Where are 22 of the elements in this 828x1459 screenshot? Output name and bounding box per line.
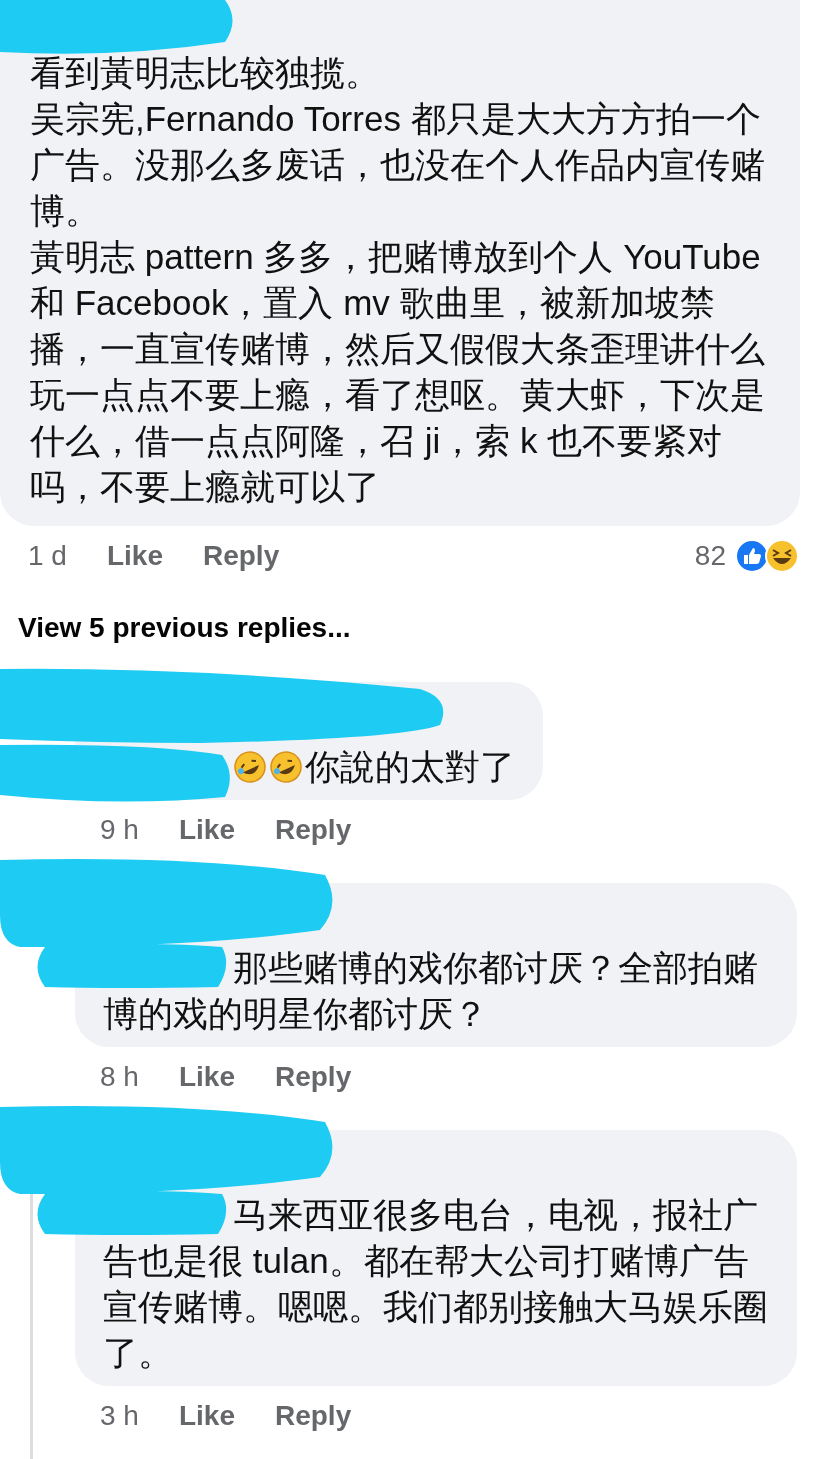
like-link[interactable]: Like [178, 814, 235, 846]
reply-time: 9 h [100, 814, 139, 846]
laughing-face-icon [764, 538, 800, 574]
reaction-count: 82 [694, 540, 726, 572]
reply-link[interactable]: Reply [274, 1400, 352, 1432]
comment-time: 1 d [28, 540, 67, 572]
laughing-emoji-icon [233, 750, 267, 784]
reply-text: 马来西亚很多电台，电视，报社广告也是很 tulan。都在帮大公司打赌博广告宣传赌博。嗯嗯。我们都别接触大马娱乐圈了。 [103, 1194, 769, 1374]
laughing-emoji-icon [269, 750, 303, 784]
like-link[interactable]: Like [178, 1061, 235, 1093]
comment-text: 黃明志 pattern 多多，把赌博放到个人 YouTube 和 Facebook，置入 mv 歌曲里，被新加坡禁播，一直宣传赌博，然后又假假大条歪理讲什么玩一点点不要上瘾，看了想呕。黄大虾，下次是什么，借一点点阿隆，召 ji，索 k 也不要紧对吗，不要上瘾就可以了 [30, 236, 766, 508]
reply-text: 那些赌博的戏你都讨厌？全部拍赌博的戏的明星你都讨厌？ [103, 947, 759, 1035]
reply-link[interactable]: Reply [274, 1061, 352, 1093]
comment-text: 看到黃明志比较独揽。 [30, 52, 381, 94]
reply-link[interactable]: Reply [202, 540, 280, 572]
reply-link[interactable]: Reply [274, 814, 352, 846]
like-link[interactable]: Like [178, 1400, 235, 1432]
view-previous-replies-link[interactable]: View 5 previous replies... [18, 612, 828, 644]
like-link[interactable]: Like [106, 540, 163, 572]
comment-text: 吴宗宪,Fernando Torres 都只是大大方方拍一个广告。没那么多废话，也没在个人作品内宣传赌博。 [30, 98, 766, 232]
reply-time: 3 h [100, 1400, 139, 1432]
reply-time: 8 h [100, 1061, 139, 1093]
